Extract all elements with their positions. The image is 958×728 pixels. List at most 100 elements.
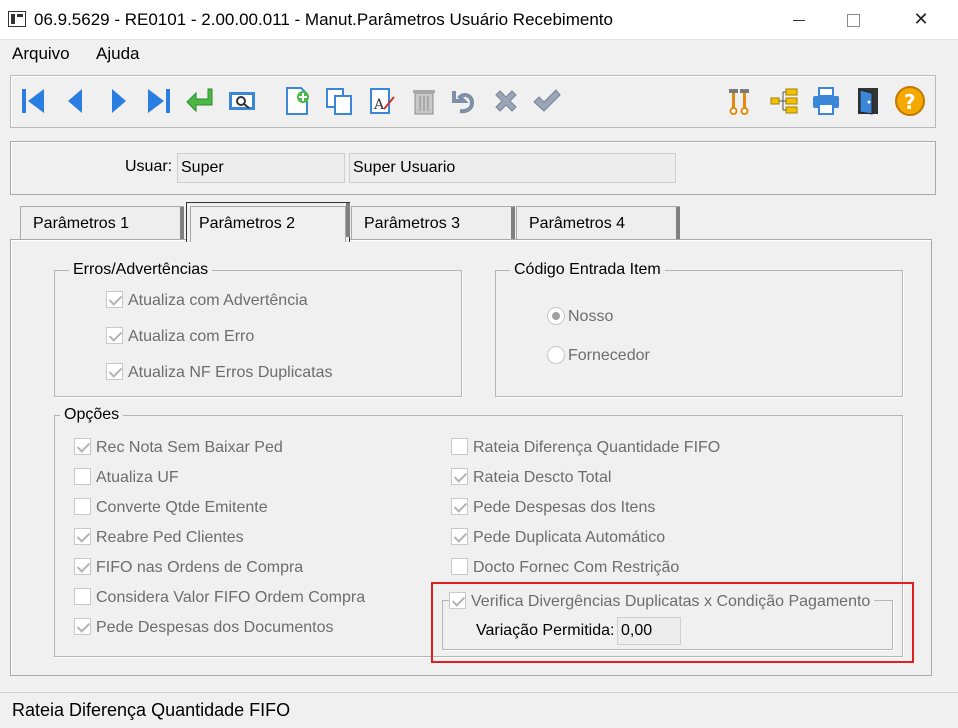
copy-record-button[interactable]: [323, 85, 355, 117]
previous-record-icon: [68, 89, 82, 113]
close-button[interactable]: ✕: [898, 0, 944, 38]
menu-ajuda[interactable]: Ajuda: [96, 44, 139, 64]
checkbox-label: FIFO nas Ordens de Compra: [96, 559, 304, 576]
save-button[interactable]: [530, 85, 562, 117]
app-icon: [8, 11, 26, 27]
close-icon: ✕: [913, 9, 929, 29]
save-icon: [533, 89, 561, 112]
radio-label: Fornecedor: [568, 347, 650, 364]
checkbox-label: Atualiza com Advertência: [128, 292, 308, 309]
checkbox-rateia-diferenca[interactable]: Rateia Diferença Quantidade FIFO: [451, 438, 720, 457]
tab-label: Parâmetros 4: [529, 215, 626, 232]
undo-button[interactable]: [448, 85, 480, 117]
help-button[interactable]: ?: [894, 85, 926, 117]
checkbox-box: [74, 558, 91, 575]
checkbox-considera-fifo[interactable]: Considera Valor FIFO Ordem Compra: [74, 588, 365, 607]
checkbox-reabre-ped[interactable]: Reabre Ped Clientes: [74, 528, 244, 547]
exit-button[interactable]: [852, 85, 884, 117]
radio-fornecedor[interactable]: Fornecedor: [547, 346, 650, 365]
checkbox-box: [74, 588, 91, 605]
radio-nosso[interactable]: Nosso: [547, 307, 613, 326]
tab-parametros-2[interactable]: Parâmetros 2: [186, 202, 350, 242]
go-to-icon: [186, 88, 213, 113]
checkbox-label: Pede Despesas dos Documentos: [96, 619, 334, 636]
svg-text:A: A: [373, 97, 385, 113]
checkbox-docto-fornec[interactable]: Docto Fornec Com Restrição: [451, 558, 679, 577]
checkbox-pede-duplicata[interactable]: Pede Duplicata Automático: [451, 528, 665, 547]
tab-label: Parâmetros 3: [364, 215, 461, 232]
checkbox-pede-despesas-itens[interactable]: Pede Despesas dos Itens: [451, 498, 655, 517]
checkbox-rateia-descto[interactable]: Rateia Descto Total: [451, 468, 611, 487]
checkbox-box: [106, 363, 123, 380]
undo-icon: [452, 91, 475, 114]
tab-parametros-3[interactable]: Parâmetros 3: [351, 206, 515, 241]
radio-dot: [547, 307, 565, 325]
next-record-button[interactable]: [102, 85, 134, 117]
user-name-field: Super Usuario: [349, 153, 676, 183]
user-panel: Usuar: Super Super Usuario: [10, 141, 936, 195]
highlight-box: [431, 582, 914, 663]
tree-button[interactable]: [768, 85, 800, 117]
first-record-icon: [22, 89, 44, 113]
checkbox-pede-despesas-documentos[interactable]: Pede Despesas dos Documentos: [74, 618, 333, 637]
last-record-button[interactable]: [142, 85, 174, 117]
checkbox-label: Rateia Descto Total: [473, 469, 612, 486]
previous-record-button[interactable]: [60, 85, 92, 117]
help-icon: ?: [895, 86, 925, 116]
checkbox-box: [451, 558, 468, 575]
checkbox-label: Atualiza UF: [96, 469, 179, 486]
checkbox-label: Converte Qtde Emitente: [96, 499, 268, 516]
checkbox-atualiza-nf-erros[interactable]: Atualiza NF Erros Duplicatas: [106, 363, 333, 382]
edit-record-button[interactable]: A: [366, 85, 398, 117]
checkbox-box: [451, 468, 468, 485]
checkbox-box: [74, 438, 91, 455]
checkbox-label: Pede Duplicata Automático: [473, 529, 666, 546]
maximize-icon: [846, 13, 860, 27]
status-bar: Rateia Diferença Quantidade FIFO: [0, 692, 958, 728]
new-record-button[interactable]: [281, 85, 313, 117]
checkbox-box: [106, 291, 123, 308]
checkbox-label: Reabre Ped Clientes: [96, 529, 244, 546]
opcoes-group-title: Opções: [60, 406, 124, 424]
copy-record-icon: [326, 88, 352, 115]
codigo-entrada-group: Código Entrada Item: [495, 261, 903, 397]
codigo-group-title: Código Entrada Item: [510, 261, 665, 279]
search-icon: [229, 92, 255, 110]
checkbox-rec-nota[interactable]: Rec Nota Sem Baixar Ped: [74, 438, 283, 457]
checkbox-atualiza-uf[interactable]: Atualiza UF: [74, 468, 179, 487]
menu-arquivo[interactable]: Arquivo: [12, 44, 70, 64]
checkbox-label: Docto Fornec Com Restrição: [473, 559, 680, 576]
radio-dot: [547, 346, 565, 364]
checkbox-converte-qtde[interactable]: Converte Qtde Emitente: [74, 498, 268, 517]
tab-parametros-1[interactable]: Parâmetros 1: [20, 206, 184, 241]
checkbox-box: [74, 498, 91, 515]
tab-parametros-4[interactable]: Parâmetros 4: [516, 206, 680, 241]
checkbox-label: Rec Nota Sem Baixar Ped: [96, 439, 283, 456]
go-to-button[interactable]: [184, 85, 216, 117]
first-record-button[interactable]: [18, 85, 50, 117]
maximize-button[interactable]: [830, 0, 876, 38]
user-label: Usuar:: [125, 158, 173, 175]
tree-icon: [770, 88, 798, 114]
checkbox-label: Considera Valor FIFO Ordem Compra: [96, 589, 366, 606]
cancel-icon: [495, 90, 517, 112]
delete-record-button[interactable]: [408, 85, 440, 117]
checkbox-atualiza-erro[interactable]: Atualiza com Erro: [106, 327, 254, 346]
next-record-icon: [112, 89, 126, 113]
tools-button[interactable]: [724, 85, 756, 117]
edit-record-icon: A: [370, 88, 395, 114]
checkbox-box: [451, 528, 468, 545]
checkbox-fifo-ordens[interactable]: FIFO nas Ordens de Compra: [74, 558, 303, 577]
tab-label: Parâmetros 1: [33, 215, 130, 232]
minimize-button[interactable]: [776, 0, 822, 38]
menu-bar: Arquivo Ajuda: [0, 40, 958, 70]
exit-icon: [858, 88, 878, 115]
search-button[interactable]: [226, 85, 258, 117]
toolbar: A ?: [10, 75, 936, 128]
checkbox-label: Atualiza NF Erros Duplicatas: [128, 364, 333, 381]
checkbox-atualiza-advertencia[interactable]: Atualiza com Advertência: [106, 291, 308, 310]
cancel-button[interactable]: [490, 85, 522, 117]
checkbox-box: [74, 528, 91, 545]
print-button[interactable]: [810, 85, 842, 117]
checkbox-box: [74, 618, 91, 635]
